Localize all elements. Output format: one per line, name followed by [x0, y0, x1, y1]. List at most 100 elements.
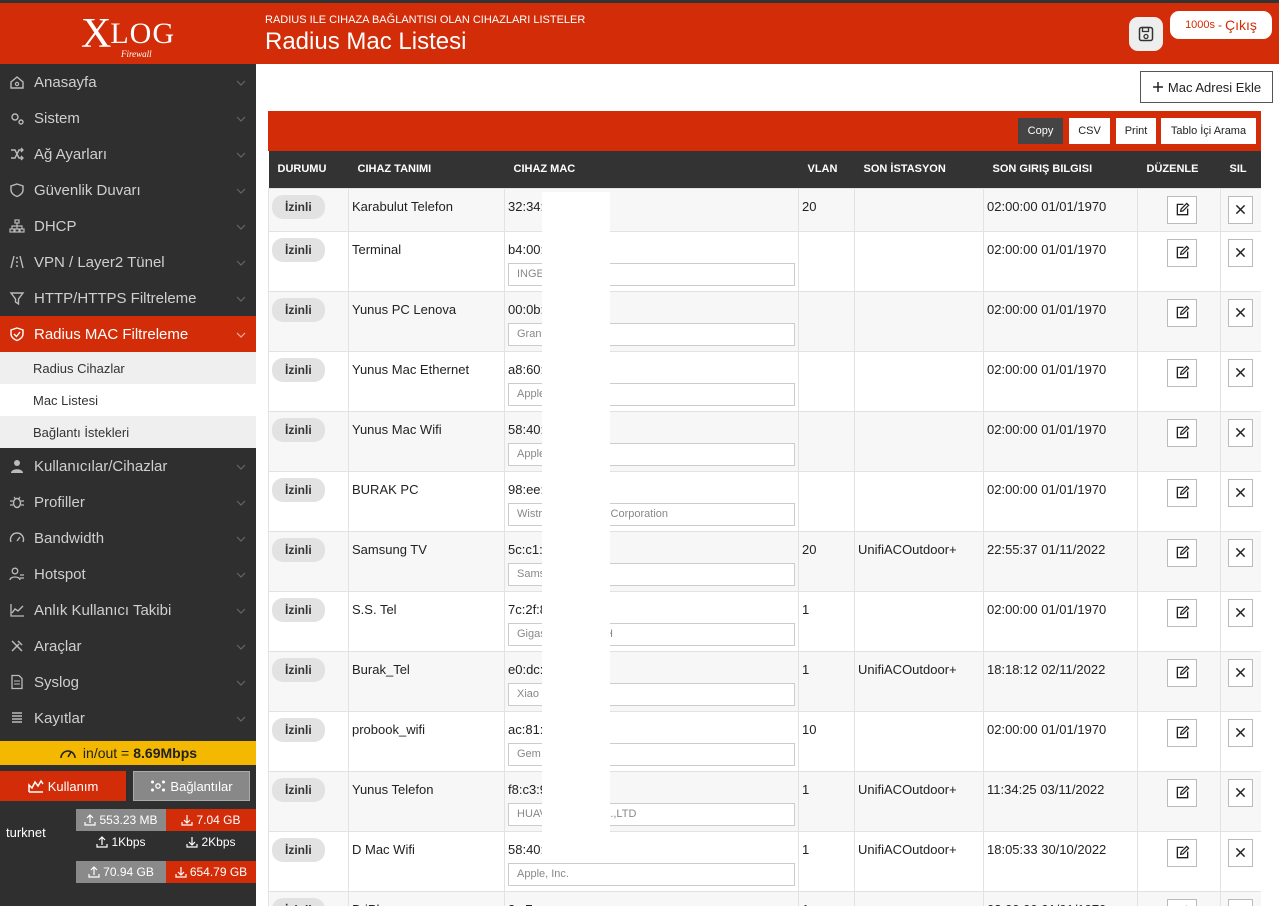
subnav-item[interactable]: Radius Cihazlar	[0, 352, 256, 384]
column-header[interactable]: SON GIRIŞ BILGISI	[983, 151, 1138, 188]
vlan-cell: 1	[798, 590, 855, 652]
session-time: 1000s	[1185, 19, 1216, 31]
sidebar-item[interactable]: Anasayfa	[0, 64, 256, 100]
device-name: Terminal	[348, 230, 505, 292]
subnav-item[interactable]: Mac Listesi	[0, 384, 256, 416]
table-search-button[interactable]: Tablo İçi Arama	[1161, 118, 1256, 144]
edit-button[interactable]	[1167, 298, 1197, 327]
nav-list-2: Kullanıcılar/Cihazlar Profiller Bandwidth H…	[0, 448, 256, 736]
edit-cell	[1137, 230, 1221, 292]
delete-button[interactable]	[1228, 658, 1253, 687]
last-login-cell: 02:00:00 01/01/1970	[983, 350, 1138, 412]
delete-button[interactable]	[1228, 778, 1253, 807]
sidebar-item[interactable]: Araçlar	[0, 628, 256, 664]
delete-button[interactable]	[1228, 238, 1253, 267]
sidebar-item[interactable]: Anlık Kullanıcı Takibi	[0, 592, 256, 628]
sidebar-item[interactable]: Hotspot	[0, 556, 256, 592]
delete-button[interactable]	[1228, 598, 1253, 627]
sidebar-item[interactable]: Ağ Ayarları	[0, 136, 256, 172]
edit-button[interactable]	[1167, 778, 1197, 807]
status-badge: İzinli	[272, 477, 325, 502]
sidebar-item[interactable]: Güvenlik Duvarı	[0, 172, 256, 208]
edit-cell	[1137, 187, 1221, 232]
column-header[interactable]: VLAN	[798, 151, 855, 188]
delete-button[interactable]	[1228, 298, 1253, 327]
edit-button[interactable]	[1167, 538, 1197, 567]
delete-button[interactable]	[1228, 358, 1253, 387]
edit-button[interactable]	[1167, 838, 1197, 867]
edit-button[interactable]	[1167, 658, 1197, 687]
subnav-item[interactable]: Bağlantı İstekleri	[0, 416, 256, 448]
save-button[interactable]	[1129, 17, 1163, 51]
delete-button[interactable]	[1228, 538, 1253, 567]
line-chart-icon	[8, 601, 26, 619]
table-row: İzinliYunus PC Lenova00:0b: 2Gran orks, …	[268, 290, 1261, 352]
file-icon	[8, 673, 26, 691]
column-header[interactable]: CIHAZ MAC	[504, 151, 799, 188]
edit-button[interactable]	[1167, 418, 1197, 447]
sidebar-item[interactable]: HTTP/HTTPS Filtreleme	[0, 280, 256, 316]
table-row: İzinli Yunus Mac Ethernet a8:60: Apple 02:00…	[268, 350, 1261, 412]
status-cell: İzinli	[268, 890, 349, 906]
sidebar-item[interactable]: VPN / Layer2 Tünel	[0, 244, 256, 280]
bug-icon	[8, 493, 26, 511]
close-icon	[1235, 307, 1246, 318]
column-header[interactable]: SIL	[1220, 151, 1261, 188]
sidebar-item-label: Bandwidth	[34, 529, 105, 547]
edit-cell	[1137, 770, 1221, 832]
delete-button[interactable]	[1228, 838, 1253, 867]
close-icon	[1235, 367, 1246, 378]
column-header[interactable]: DURUMU	[268, 151, 349, 188]
sidebar-item[interactable]: Radius MAC Filtreleme	[0, 316, 256, 352]
delete-button[interactable]	[1228, 898, 1253, 906]
csv-button[interactable]: CSV	[1069, 118, 1110, 144]
io-indicator: in/out = 8.69Mbps	[0, 741, 256, 765]
chevron-down-icon	[236, 716, 246, 722]
sidebar-item-label: Güvenlik Duvarı	[34, 181, 141, 199]
edit-cell	[1137, 350, 1221, 412]
sidebar-item[interactable]: Sistem	[0, 100, 256, 136]
sidebar-item[interactable]: DHCP	[0, 208, 256, 244]
delete-button[interactable]	[1228, 718, 1253, 747]
tab-connections[interactable]: Bağlantılar	[133, 771, 250, 801]
edit-button[interactable]	[1167, 238, 1197, 267]
edit-icon	[1176, 845, 1189, 859]
copy-button[interactable]: Copy	[1018, 118, 1063, 144]
sidebar-item[interactable]: Kayıtlar	[0, 700, 256, 736]
vlan-cell: 1	[798, 770, 855, 832]
edit-button[interactable]	[1167, 478, 1197, 507]
edit-button[interactable]	[1167, 718, 1197, 747]
logo-subtitle: Firewall	[121, 49, 152, 59]
column-header[interactable]: DÜZENLE	[1137, 151, 1221, 188]
logout-button[interactable]: 1000s - Çıkış	[1170, 11, 1272, 39]
sidebar-item[interactable]: Bandwidth	[0, 520, 256, 556]
sidebar-item-label: Kayıtlar	[34, 709, 85, 727]
column-header[interactable]: CIHAZ TANIMI	[348, 151, 505, 188]
tab-usage[interactable]: Kullanım	[0, 771, 126, 801]
last-login-cell: 18:05:33 30/10/2022	[983, 830, 1138, 892]
device-name: D iPhone	[348, 890, 505, 906]
delete-button[interactable]	[1228, 418, 1253, 447]
status-badge: İzinli	[272, 194, 325, 219]
sidebar-item[interactable]: Syslog	[0, 664, 256, 700]
delete-button[interactable]	[1228, 478, 1253, 507]
chevron-down-icon	[236, 188, 246, 194]
edit-button[interactable]	[1167, 195, 1197, 224]
device-name: Yunus Telefon	[348, 770, 505, 832]
edit-button[interactable]	[1167, 358, 1197, 387]
edit-button[interactable]	[1167, 598, 1197, 627]
edit-cell	[1137, 830, 1221, 892]
vlan-cell: 20	[798, 530, 855, 592]
delete-button[interactable]	[1228, 195, 1253, 224]
sidebar-item[interactable]: Kullanıcılar/Cihazlar	[0, 448, 256, 484]
edit-button[interactable]	[1167, 898, 1197, 906]
mac-table: DURUMU CIHAZ TANIMI CIHAZ MAC VLAN SON İSTAS…	[268, 151, 1261, 906]
status-badge: İzinli	[272, 417, 325, 442]
sidebar-item[interactable]: Profiller	[0, 484, 256, 520]
sidebar-item-label: Syslog	[34, 673, 80, 691]
status-cell: İzinli	[268, 710, 349, 772]
print-button[interactable]: Print	[1116, 118, 1156, 144]
add-mac-button[interactable]: Mac Adresi Ekle	[1140, 71, 1273, 103]
column-header[interactable]: SON İSTASYON	[854, 151, 984, 188]
device-name: S.S. Tel	[348, 590, 505, 652]
